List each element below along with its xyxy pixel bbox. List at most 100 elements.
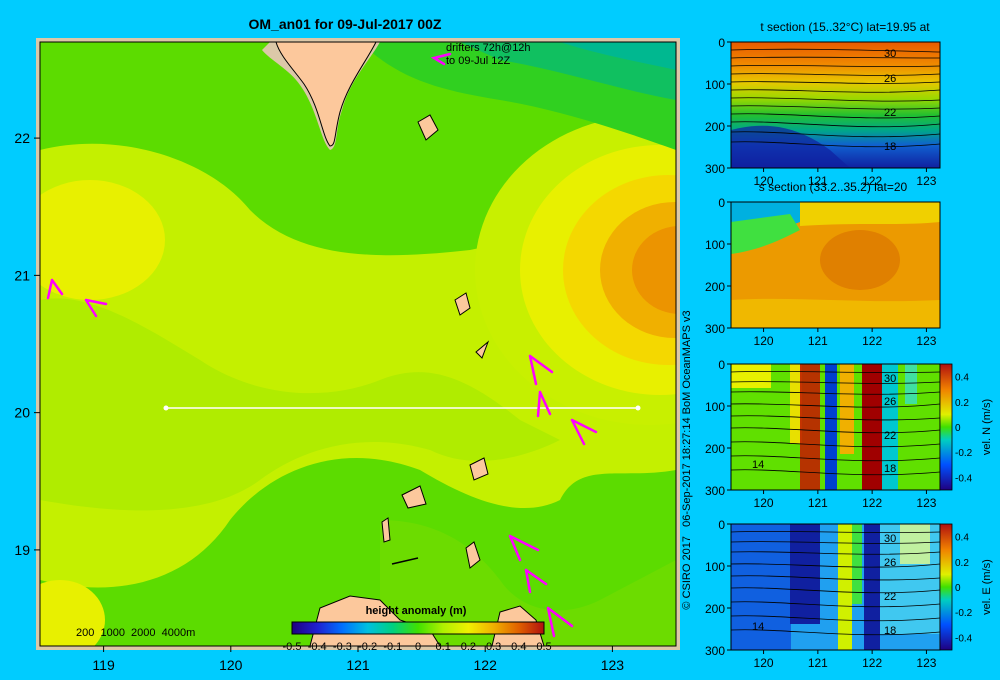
- x-tick-label: 123: [916, 174, 936, 188]
- y-tick-label: 21: [14, 267, 30, 283]
- east-velocity-label: vel. E (m/s): [981, 559, 993, 615]
- east-velocity-colorbar-ticks: 0.4 0.2 0 -0.2 -0.4: [955, 533, 973, 645]
- contour-label: 26: [884, 557, 896, 569]
- x-tick-label: 123: [916, 496, 936, 510]
- colorbar-tick-label: 0.4: [955, 373, 969, 384]
- colorbar-tick-label: -0.1: [383, 641, 402, 653]
- y-tick-label: 300: [705, 162, 725, 176]
- colorbar-ticks: -0.5 -0.4 -0.3 -0.2 -0.1 0 0.1 0.2 0.3 0.4 0.5: [283, 641, 552, 653]
- colorbar-tick-label: 0.2: [955, 558, 969, 569]
- contour-label: 18: [884, 141, 896, 153]
- salinity-layer: [820, 230, 900, 290]
- colorbar-tick-label: 0.3: [486, 641, 501, 653]
- colorbar: [291, 621, 545, 635]
- colorbar-tick-label: -0.2: [955, 608, 973, 619]
- x-tick-label: 120: [754, 334, 774, 348]
- contour-label: 26: [884, 73, 896, 85]
- contour-label: 22: [884, 430, 896, 442]
- velocity-band: [840, 364, 854, 454]
- x-tick-label: 121: [808, 496, 828, 510]
- x-tick-label: 121: [808, 656, 828, 670]
- north-velocity-colorbar: [939, 363, 953, 491]
- colorbar-tick-label: 0.5: [536, 641, 551, 653]
- colorbar-tick-label: -0.4: [955, 633, 973, 644]
- y-tick-label: 200: [705, 442, 725, 456]
- salinity-layer: [731, 298, 940, 328]
- island: [381, 517, 391, 543]
- y-tick-label: 200: [705, 120, 725, 134]
- salinity-section-panel: s section (33.2..35.2) lat=20 120 121 122 1…: [705, 180, 941, 348]
- colorbar-tick-label: 0.4: [955, 533, 969, 544]
- y-tick-label: 100: [705, 560, 725, 574]
- y-tick-label: 100: [705, 78, 725, 92]
- north-velocity-label: vel. N (m/s): [981, 399, 993, 455]
- contour-label: 22: [884, 591, 896, 603]
- colorbar-label: height anomaly (m): [366, 605, 467, 617]
- y-tick-label: 300: [705, 644, 725, 658]
- y-tick-label: 100: [705, 238, 725, 252]
- colorbar-tick-label: 0.2: [461, 641, 476, 653]
- colorbar-tick-label: 0: [955, 583, 961, 594]
- contour-label: 22: [884, 107, 896, 119]
- east-velocity-colorbar: [939, 523, 953, 651]
- x-tick-label: 123: [916, 656, 936, 670]
- velocity-band: [905, 364, 917, 404]
- contour-label: 14: [752, 459, 764, 471]
- y-tick-label: 0: [718, 36, 725, 50]
- x-tick-label: 120: [754, 656, 774, 670]
- height-anomaly-field: [40, 42, 676, 646]
- colorbar-tick-label: -0.2: [955, 448, 973, 459]
- velocity-band: [900, 524, 930, 564]
- east-velocity-panel: 30 26 22 18 14 0.4 0.2 0 -0.2 -0.4 vel. E (m…: [705, 518, 993, 670]
- colorbar-tick-label: 0.1: [436, 641, 451, 653]
- salinity-section-title: s section (33.2..35.2) lat=20: [759, 180, 908, 194]
- colorbar-tick-label: -0.4: [308, 641, 327, 653]
- colorbar-tick-label: 0.4: [511, 641, 526, 653]
- x-tick-label: 123: [601, 657, 625, 673]
- x-tick-label: 120: [754, 496, 774, 510]
- contour-label: 18: [884, 463, 896, 475]
- y-tick-label: 100: [705, 400, 725, 414]
- y-tick-label: 20: [14, 405, 30, 421]
- colorbar-tick-label: 0: [955, 423, 961, 434]
- temperature-section-title: t section (15..32°C) lat=19.95 at: [760, 20, 930, 34]
- x-tick-label: 119: [92, 657, 115, 673]
- contour-label: 14: [752, 621, 764, 633]
- drifters-annotation-line1: drifters 72h@12h: [446, 42, 531, 54]
- y-tick-label: 300: [705, 484, 725, 498]
- main-map-panel: OM_an01 for 09-Jul-2017 00Z drifters 72h…: [14, 16, 680, 673]
- salinity-layer: [800, 202, 940, 226]
- velocity-band: [731, 364, 771, 388]
- y-tick-label: 22: [14, 130, 30, 146]
- colorbar-tick-label: 0.2: [955, 398, 969, 409]
- figure-canvas: OM_an01 for 09-Jul-2017 00Z drifters 72h…: [14, 16, 993, 673]
- x-tick-label: 123: [916, 334, 936, 348]
- contour-label: 30: [884, 533, 896, 545]
- contour-label: 30: [884, 48, 896, 60]
- temperature-section-panel: t section (15..32°C) lat=19.95 at 30 26 …: [705, 20, 941, 188]
- credit-text: © CSIRO 2017 06-Sep-2017 18:27:14 BoM Oc…: [681, 310, 693, 609]
- velocity-band: [800, 364, 820, 490]
- y-tick-label: 200: [705, 280, 725, 294]
- contour-label: 26: [884, 396, 896, 408]
- colorbar-tick-label: -0.3: [333, 641, 352, 653]
- bathymetry-legend: 200 1000 2000 4000m: [76, 627, 195, 639]
- section-line-endpoint: [163, 405, 169, 411]
- colorbar-tick-label: -0.5: [283, 641, 302, 653]
- colorbar-tick-label: -0.2: [358, 641, 377, 653]
- x-tick-label: 121: [808, 334, 828, 348]
- y-tick-label: 200: [705, 602, 725, 616]
- y-tick-label: 0: [718, 518, 725, 532]
- y-tick-label: 0: [718, 196, 725, 210]
- y-tick-label: 300: [705, 322, 725, 336]
- contour-label: 18: [884, 625, 896, 637]
- contour-label: 30: [884, 373, 896, 385]
- x-tick-label: 122: [862, 496, 882, 510]
- velocity-band: [790, 524, 820, 624]
- x-tick-label: 122: [862, 334, 882, 348]
- y-tick-label: 19: [14, 542, 30, 558]
- colorbar-tick-label: -0.4: [955, 473, 973, 484]
- y-tick-label: 0: [718, 358, 725, 372]
- x-tick-label: 122: [862, 656, 882, 670]
- drifters-annotation-line2: to 09-Jul 12Z: [446, 55, 510, 67]
